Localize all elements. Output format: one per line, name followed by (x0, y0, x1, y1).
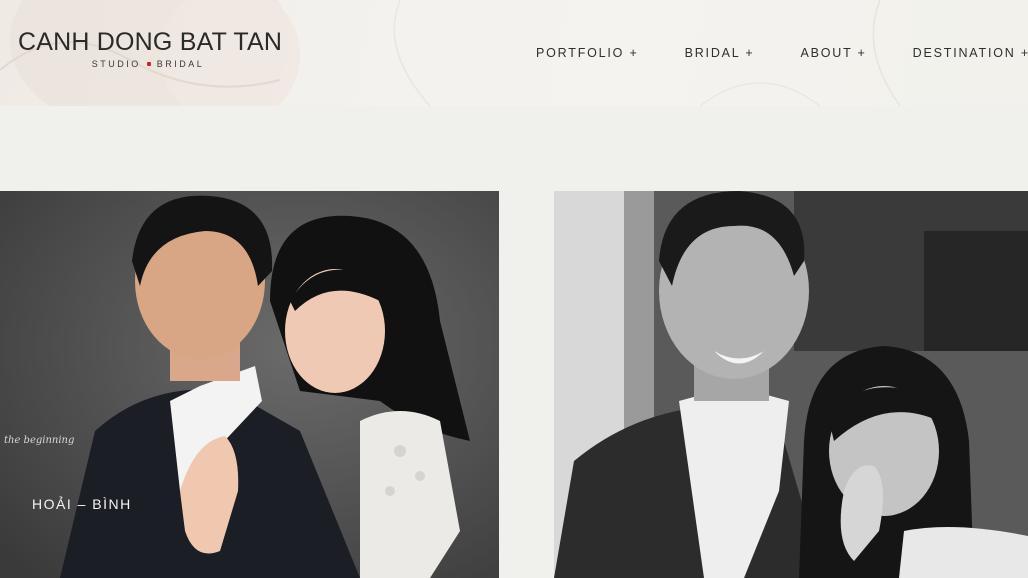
nav-item-bridal[interactable]: BRIDAL + (685, 46, 755, 60)
gallery-photo-2[interactable] (554, 191, 1028, 578)
site-header: CANH DONG BAT TAN STUDIO BRIDAL PORTFOLI… (0, 0, 1028, 106)
couple-photo-image-bw (554, 191, 1028, 578)
main-nav: PORTFOLIO + BRIDAL + ABOUT + DESTINATION… (536, 46, 1028, 60)
nav-item-about[interactable]: ABOUT + (800, 46, 866, 60)
nav-item-portfolio[interactable]: PORTFOLIO + (536, 46, 639, 60)
gallery-photo-1[interactable]: the beginning HOẢI – BÌNH (0, 191, 499, 578)
logo-subtitle-studio: STUDIO (91, 59, 141, 69)
script-watermark-text: the beginning (4, 435, 75, 446)
nav-item-destination[interactable]: DESTINATION + (913, 46, 1028, 60)
logo-subtitle-bridal: BRIDAL (156, 59, 205, 69)
site-logo[interactable]: CANH DONG BAT TAN STUDIO BRIDAL (18, 28, 288, 69)
logo-title: CANH DONG BAT TAN (18, 28, 283, 56)
logo-dot-icon (146, 62, 151, 66)
logo-subtitle: STUDIO BRIDAL (38, 59, 258, 69)
couple-photo-image (0, 191, 499, 578)
gallery-caption-1: HOẢI – BÌNH (32, 496, 132, 512)
